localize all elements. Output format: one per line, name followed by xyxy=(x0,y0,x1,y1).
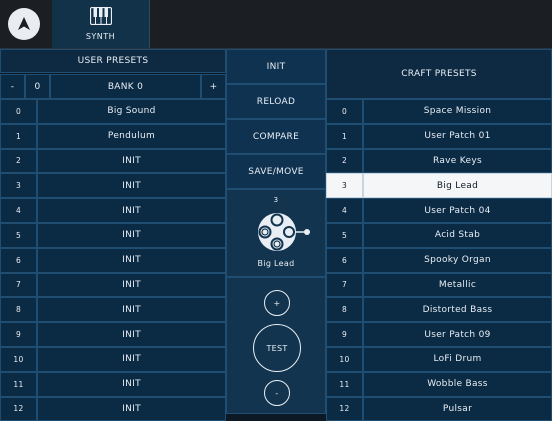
craft-preset-item[interactable]: User Patch 04 xyxy=(363,198,552,223)
user-preset-number: 2 xyxy=(0,148,37,174)
user-preset-number: 0 xyxy=(0,99,37,124)
plus-button[interactable]: + xyxy=(264,290,290,316)
user-preset-item[interactable]: INIT xyxy=(37,148,226,174)
craft-preset-item[interactable]: Wobble Bass xyxy=(363,371,552,397)
craft-preset-number: 1 xyxy=(326,123,363,149)
reload-button[interactable]: RELOAD xyxy=(226,84,326,119)
user-preset-item[interactable]: Big Sound xyxy=(37,99,226,124)
node-diagram-icon xyxy=(253,210,313,257)
craft-preset-number: 10 xyxy=(326,347,363,372)
synth-tab-label: SYNTH xyxy=(85,32,116,41)
user-preset-number: 8 xyxy=(0,297,37,323)
app-logo[interactable] xyxy=(0,0,48,48)
compare-button[interactable]: COMPARE xyxy=(226,119,326,154)
user-preset-number: 1 xyxy=(0,123,37,149)
user-preset-number: 9 xyxy=(0,322,37,347)
craft-preset-number: 2 xyxy=(326,148,363,174)
craft-preset-number: 4 xyxy=(326,198,363,223)
user-preset-number: 11 xyxy=(0,371,37,397)
user-preset-item[interactable]: INIT xyxy=(37,371,226,397)
top-bar: SYNTH xyxy=(0,0,552,49)
user-preset-number: 7 xyxy=(0,272,37,298)
craft-preset-number: 7 xyxy=(326,272,363,298)
craft-preset-number: 9 xyxy=(326,322,363,347)
craft-preset-item[interactable]: Space Mission xyxy=(363,99,552,124)
craft-preset-number: 8 xyxy=(326,297,363,323)
user-preset-item[interactable]: INIT xyxy=(37,396,226,421)
craft-preset-item[interactable]: Spooky Organ xyxy=(363,247,552,273)
user-preset-item[interactable]: INIT xyxy=(37,322,226,347)
user-preset-item[interactable]: INIT xyxy=(37,347,226,372)
user-preset-number: 6 xyxy=(0,247,37,273)
user-preset-number: 4 xyxy=(0,198,37,223)
craft-preset-item[interactable]: LoFi Drum xyxy=(363,347,552,372)
bank-minus-button[interactable]: - xyxy=(0,74,25,99)
craft-preset-number: 3 xyxy=(326,173,363,199)
user-preset-item[interactable]: INIT xyxy=(37,223,226,248)
craft-preset-item[interactable]: Rave Keys xyxy=(363,148,552,174)
craft-preset-item[interactable]: User Patch 01 xyxy=(363,123,552,149)
user-presets-title: USER PRESETS xyxy=(0,49,226,73)
craft-preset-number: 6 xyxy=(326,247,363,273)
craft-preset-number: 11 xyxy=(326,371,363,397)
init-button[interactable]: INIT xyxy=(226,49,326,84)
bank-label: BANK 0 xyxy=(50,74,201,99)
user-preset-item[interactable]: INIT xyxy=(37,272,226,298)
craft-preset-number: 0 xyxy=(326,99,363,124)
app-logo-icon xyxy=(8,8,40,40)
craft-preset-number: 5 xyxy=(326,223,363,248)
craft-preset-item[interactable]: Acid Stab xyxy=(363,223,552,248)
tab-synth[interactable]: SYNTH xyxy=(52,0,150,48)
user-preset-number: 12 xyxy=(0,396,37,421)
user-preset-item[interactable]: Pendulum xyxy=(37,123,226,149)
save-move-button[interactable]: SAVE/MOVE xyxy=(226,154,326,189)
user-preset-item[interactable]: INIT xyxy=(37,297,226,323)
test-button[interactable]: TEST xyxy=(253,324,301,372)
piano-keys-icon xyxy=(89,6,112,29)
user-preset-item[interactable]: INIT xyxy=(37,247,226,273)
craft-preset-item[interactable]: Distorted Bass xyxy=(363,297,552,323)
test-controls: + TEST - xyxy=(226,277,326,414)
bank-plus-button[interactable]: + xyxy=(201,74,226,99)
craft-preset-item[interactable]: Metallic xyxy=(363,272,552,298)
craft-preset-item[interactable]: Pulsar xyxy=(363,396,552,421)
preview-name: Big Lead xyxy=(257,259,295,268)
craft-presets-title: CRAFT PRESETS xyxy=(326,49,552,99)
bank-number: 0 xyxy=(25,74,50,99)
preview-number: 3 xyxy=(273,196,279,204)
user-preset-item[interactable]: INIT xyxy=(37,173,226,199)
craft-preset-item[interactable]: User Patch 09 xyxy=(363,322,552,347)
craft-preset-item[interactable]: Big Lead xyxy=(363,173,552,199)
user-preset-item[interactable]: INIT xyxy=(37,198,226,223)
user-preset-number: 10 xyxy=(0,347,37,372)
craft-preset-number: 12 xyxy=(326,396,363,421)
preset-preview: 3 Big Lead xyxy=(226,189,326,277)
user-preset-number: 5 xyxy=(0,223,37,248)
minus-button[interactable]: - xyxy=(264,380,290,406)
user-preset-number: 3 xyxy=(0,173,37,199)
